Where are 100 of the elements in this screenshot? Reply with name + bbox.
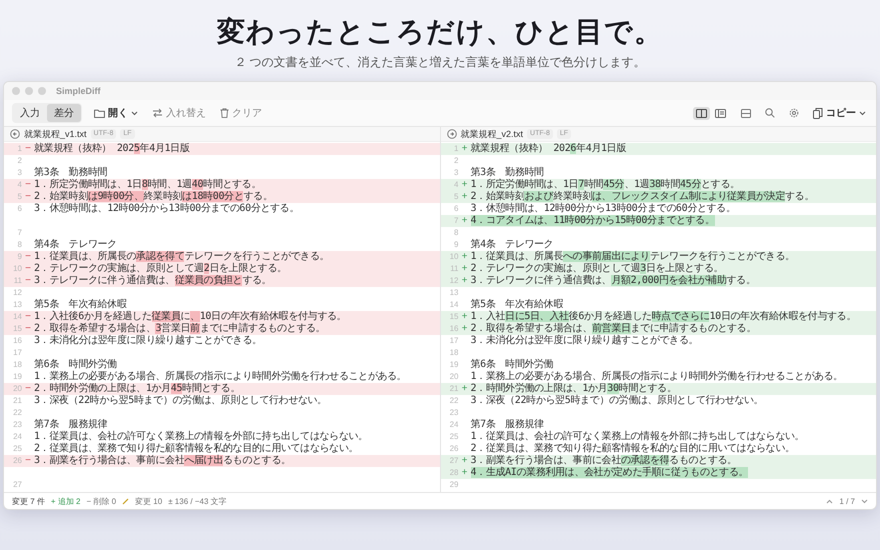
swap-arrows-icon (152, 108, 163, 118)
code-line: 1．業務上の必要がある場合、所属長の指示により時間外労働を行わせることがある。 (34, 371, 406, 382)
code-line: 3．休憩時間は、12時00分から13時00分までの60分とする。 (34, 203, 300, 215)
line-number: 17 (12, 347, 22, 359)
settings-icon (789, 108, 799, 118)
code-line: 就業規程（抜粋） 2026年4月1日版 (470, 143, 626, 155)
diff-marker: − (25, 383, 31, 394)
line-number: 3 (453, 167, 458, 179)
code-line: 1．業務上の必要がある場合、所属長の指示により時間外労働を行わせることがある。 (470, 371, 843, 382)
line-number: 2 (16, 155, 22, 167)
code-line: 第6条 時間外労働 (34, 359, 117, 370)
code-line: 2．テレワークの実施は、原則として週2日を上限とする。 (34, 263, 287, 274)
code-line: 2．従業員は、業務で知り得た顧客情報を私的な目的に用いてはならない。 (470, 443, 795, 454)
line-number: 18 (448, 347, 458, 359)
next-change-button[interactable] (861, 498, 868, 504)
line-number: 6 (16, 203, 22, 215)
code-line: 3．未消化分は翌年度に限り繰り越すことができる。 (470, 335, 698, 347)
copy-button[interactable]: コピー (811, 104, 868, 122)
code-line: 1．入社後6か月を経過した従業員に、10日の年次有給休暇を付与する。 (34, 311, 346, 322)
code-line: 1．従業員は、会社の許可なく業務上の情報を外部に持ち出してはならない。 (470, 431, 804, 442)
diff-marker: − (25, 191, 31, 202)
diff-marker: + (462, 191, 468, 202)
line-number: 11 (12, 275, 22, 287)
window-title: SimpleDiff (56, 86, 101, 96)
code-line: 3．未消化分は翌年度に限り繰り越すことができる。 (34, 335, 262, 347)
panel-toggle-button[interactable] (739, 106, 753, 120)
line-number: 5 (453, 191, 458, 203)
line-number: 23 (448, 407, 458, 419)
code-line: 3．副業を行う場合は、事前に会社へ届け出るものとする。 (34, 455, 291, 467)
diff-marker: + (462, 251, 468, 262)
change-count: 変更 7 件 (12, 496, 45, 506)
code-line: 2．始業時刻は9時00分、終業時刻は18時00分とする。 (34, 191, 272, 202)
line-number: 5 (16, 191, 22, 203)
chevron-down-icon (859, 110, 866, 116)
unified-view-button[interactable] (712, 106, 729, 120)
open-button[interactable]: 開く (92, 104, 140, 122)
line-number: 16 (448, 323, 458, 335)
line-number: 15 (12, 323, 22, 335)
settings-button[interactable] (787, 106, 801, 120)
line-number: 7 (453, 215, 458, 227)
code-line: 1．所定労働時間は、1日8時間、1週40時間とする。 (34, 179, 262, 190)
line-number: 19 (12, 371, 22, 383)
line-number: 16 (12, 335, 22, 347)
chevron-down-icon (131, 110, 138, 116)
diff-marker: − (25, 263, 31, 274)
file-name: 就業規程_v2.txt (460, 128, 524, 140)
line-number: 13 (12, 299, 22, 311)
line-number: 22 (448, 395, 458, 407)
mode-tab[interactable]: 差分 (47, 104, 81, 122)
mode-tab[interactable]: 入力 (13, 104, 47, 122)
line-number: 19 (448, 359, 458, 371)
code-line: 第3条 勤務時間 (34, 167, 108, 178)
line-number: 1 (453, 143, 458, 155)
line-number: 27 (448, 455, 458, 467)
search-button[interactable] (763, 106, 777, 120)
diff-marker: + (462, 455, 468, 466)
removed-count: − 削除 0 (86, 496, 116, 506)
split-view-button[interactable] (693, 106, 710, 120)
line-number: 9 (16, 251, 22, 263)
diff-marker: + (462, 383, 468, 394)
code-line: 第4条 テレワーク (470, 239, 554, 250)
diff-marker: − (25, 311, 31, 322)
line-number: 13 (448, 287, 458, 299)
panel-icon (741, 108, 751, 118)
previous-change-button[interactable] (826, 498, 834, 504)
code-line: 2．取得を希望する場合は、3営業日前までに申請するものとする。 (34, 323, 326, 334)
code-line: 第7条 服務規律 (34, 419, 108, 430)
line-number: 20 (448, 371, 458, 383)
code-line: 3．テレワークに伴う通信費は、月額2,000円を会社が補助する。 (470, 275, 756, 287)
line-number: 25 (448, 431, 458, 443)
line-number: 14 (448, 299, 458, 311)
columns-icon (696, 108, 707, 118)
code-line: 3．深夜（22時から翌5時まで）の労働は、原則として行わせない。 (470, 395, 764, 407)
character-count: ± 136 / −43 文字 (168, 496, 227, 506)
line-number: 26 (448, 443, 458, 455)
line-number: 4 (16, 179, 22, 191)
code-line: 第5条 年次有給休暇 (470, 299, 564, 310)
copy-icon (813, 108, 823, 118)
diff-marker: − (25, 179, 31, 190)
line-number: 21 (448, 383, 458, 395)
line-number: 28 (448, 467, 458, 479)
chevron-up-icon (826, 498, 834, 504)
code-line: 2．取得を希望する場合は、前営業日 までに申請するものとする。 (470, 323, 756, 334)
arrow-right-circle-icon (446, 129, 456, 139)
diff-marker: − (25, 251, 31, 262)
code-line: 3．副業を行う場合は、事前に会社の承認を得るものとする。 (470, 455, 737, 466)
change-position: 1 / 7 (839, 496, 855, 506)
chevron-down-icon (861, 498, 868, 504)
line-number: 14 (12, 311, 22, 323)
trash-icon (220, 108, 229, 118)
line-number: 26 (12, 455, 22, 467)
code-line: 2．時間外労働の上限は、1か月45時間とする。 (34, 383, 240, 394)
code-line: 3．休憩時間は、12時00分から13時00分までの60分とする。 (470, 203, 736, 214)
line-number: 12 (448, 275, 458, 287)
modified-count: 変更 10 (135, 496, 162, 506)
diff-marker: + (462, 215, 468, 226)
diff-marker: − (25, 323, 31, 334)
code-line: 1．従業員は、所属長への事前届出により テレワークを行うことができる。 (470, 251, 795, 262)
line-number: 9 (453, 239, 458, 251)
headline: 変わったところだけ、ひと目で。 (217, 15, 663, 49)
